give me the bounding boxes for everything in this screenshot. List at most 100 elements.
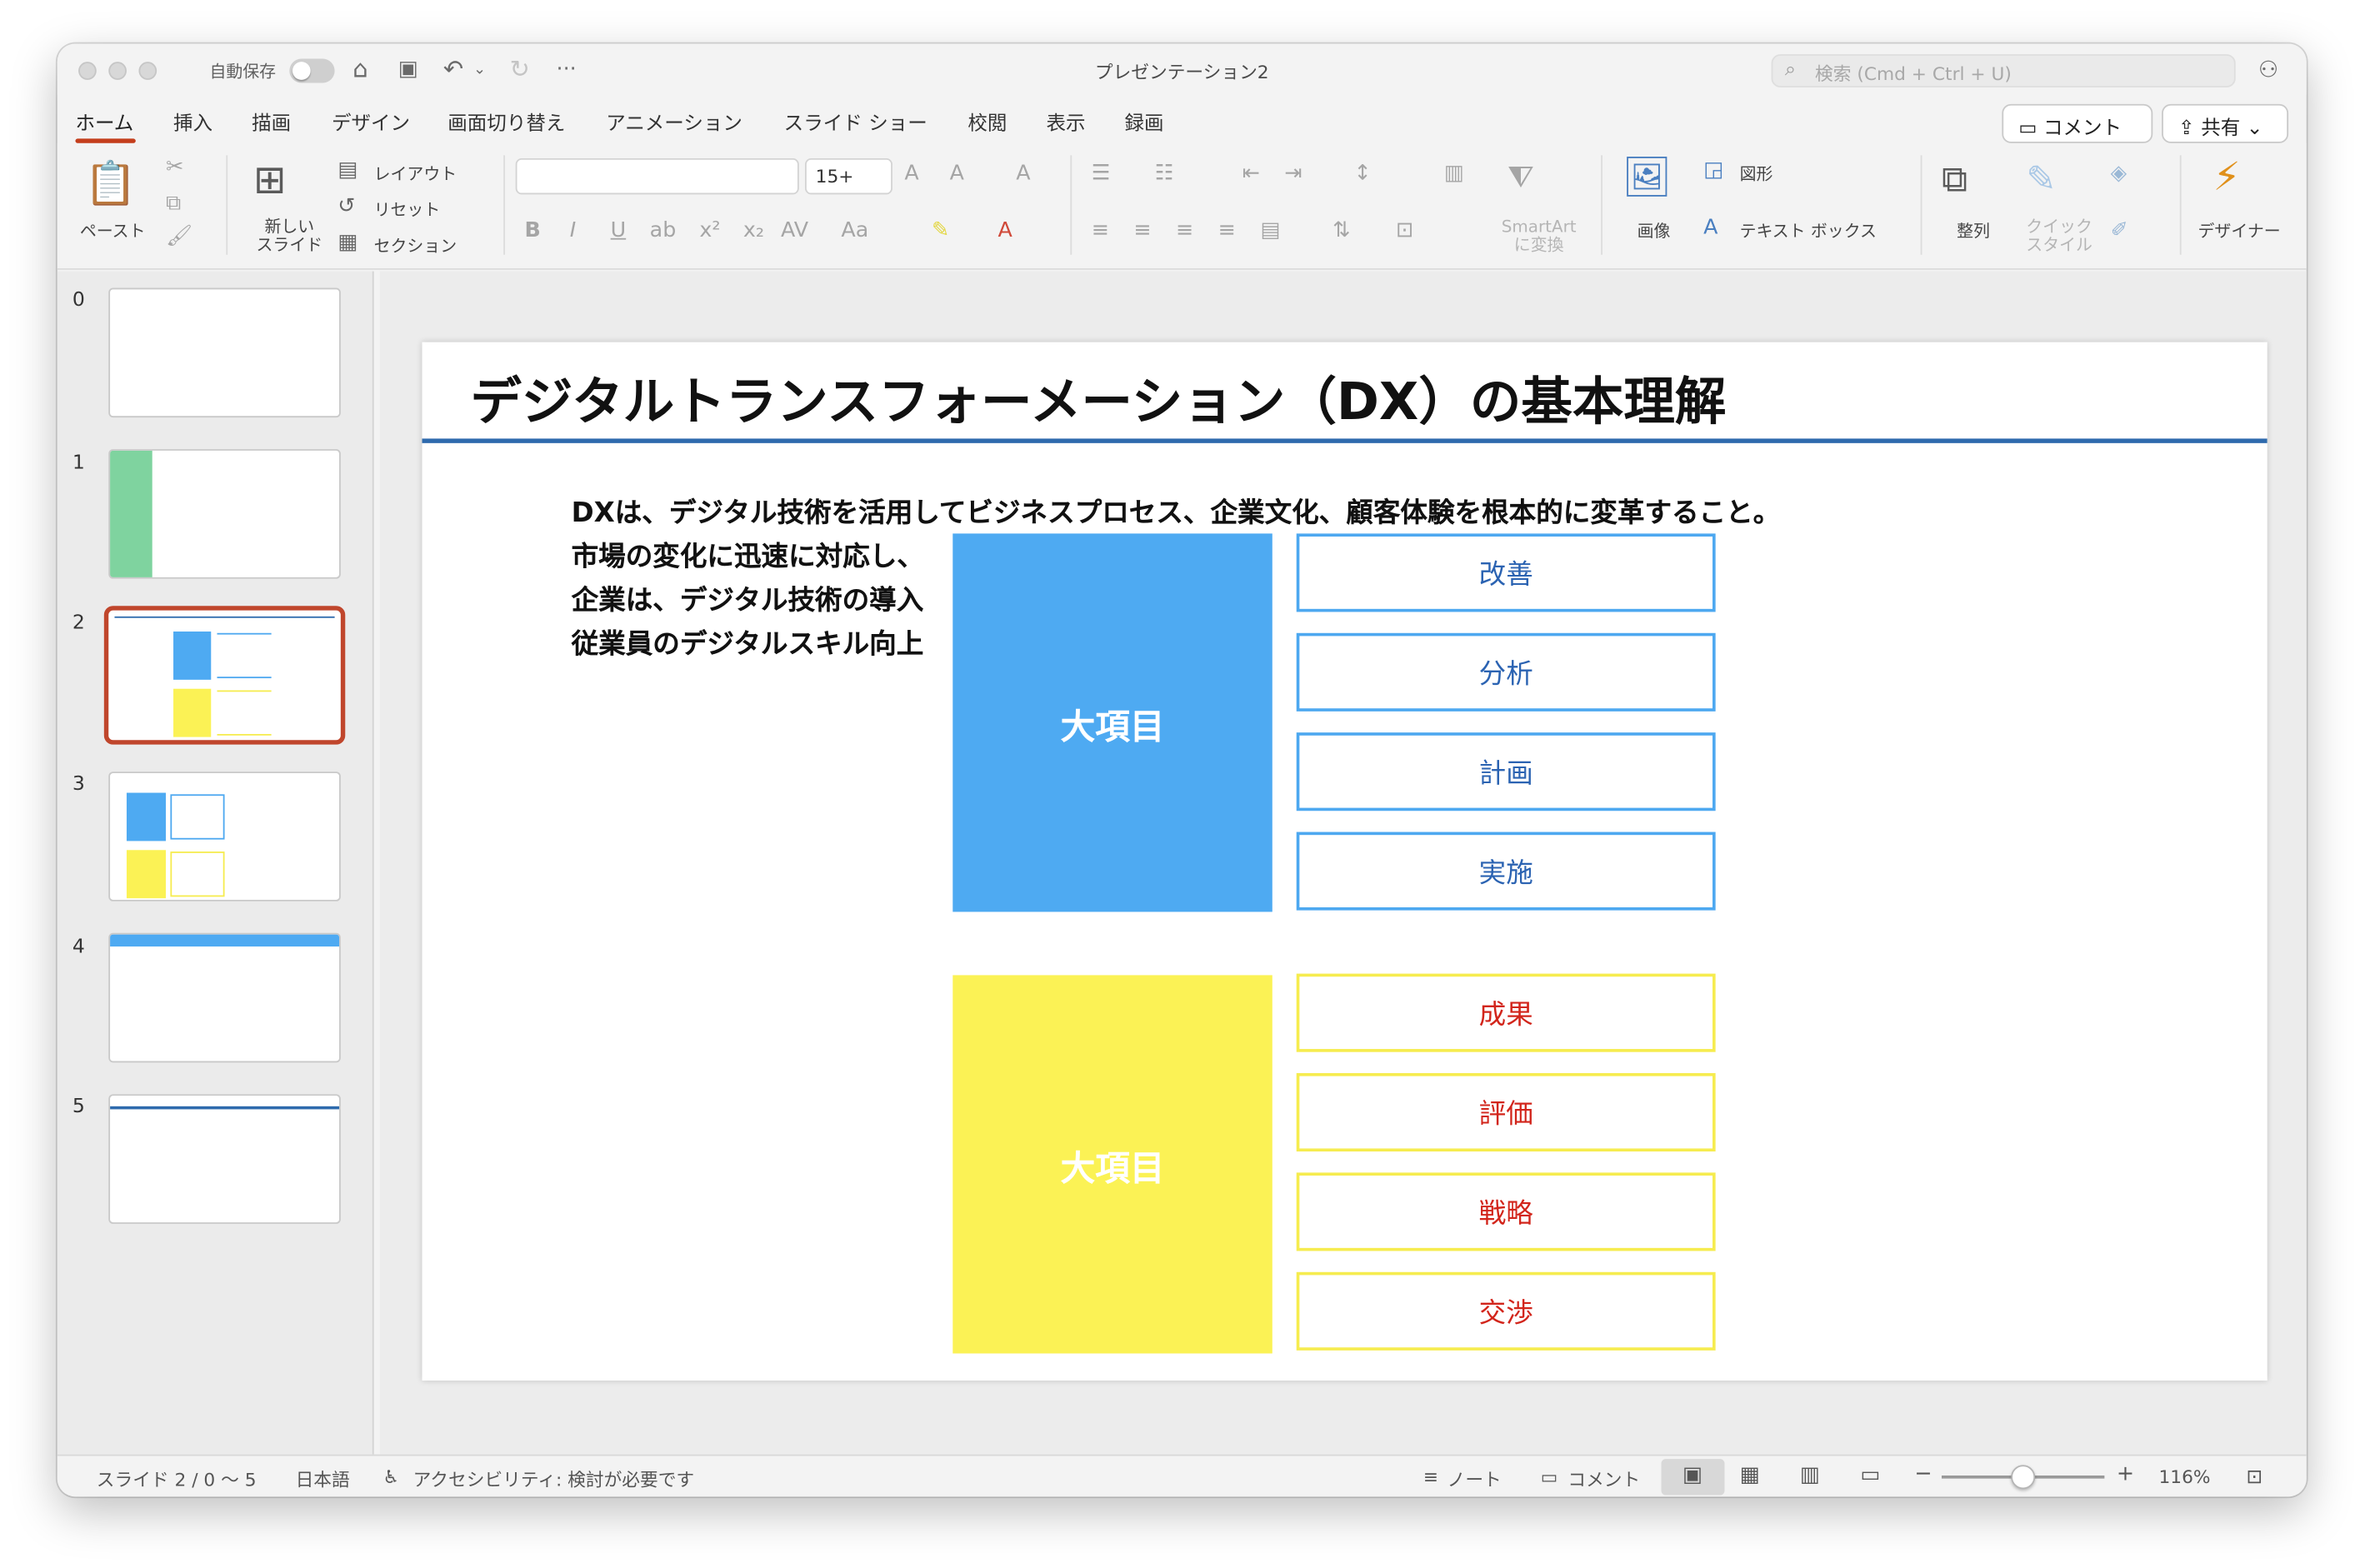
increase-indent-icon[interactable]: ⇥ — [1284, 162, 1302, 186]
body-text-line[interactable]: DXは、デジタル技術を活用してビジネスプロセス、企業文化、顧客体験を根本的に変革… — [572, 492, 1781, 531]
slideshow-icon[interactable]: ▭ — [1860, 1464, 1880, 1488]
italic-icon[interactable]: I — [570, 218, 576, 242]
reset-button[interactable]: リセット — [374, 197, 441, 222]
change-case-icon[interactable]: Aa — [841, 218, 868, 242]
slide-thumbnail-1[interactable] — [108, 449, 341, 579]
shape-outline-icon[interactable]: ✐ — [2111, 218, 2128, 242]
comment-button[interactable]: ▭ コメント — [2002, 103, 2153, 143]
decrease-font-icon[interactable]: A — [950, 162, 964, 186]
tab-home[interactable]: ホーム — [75, 107, 133, 136]
language-indicator[interactable]: 日本語 — [296, 1466, 350, 1492]
slide-title[interactable]: デジタルトランスフォーメーション（DX）の基本理解 — [470, 360, 1726, 434]
character-spacing-icon[interactable]: AV — [781, 218, 808, 242]
slide-thumbnail-4[interactable] — [108, 932, 341, 1063]
superscript-icon[interactable]: x² — [699, 218, 720, 242]
columns-icon[interactable]: ▥ — [1444, 162, 1464, 186]
shapes-button[interactable]: 図形 — [1740, 162, 1773, 186]
picture-label[interactable]: 画像 — [1638, 218, 1671, 242]
justify-icon[interactable]: ≡ — [1218, 218, 1236, 242]
smartart-label[interactable]: SmartArt に変換 — [1502, 217, 1577, 254]
clear-formatting-icon[interactable]: A — [1016, 162, 1030, 186]
underline-icon[interactable]: U — [611, 218, 627, 242]
yellow-item-box[interactable]: 交渉 — [1296, 1271, 1716, 1351]
reading-view-icon[interactable]: ▥ — [1800, 1464, 1820, 1488]
fit-to-window-icon[interactable]: ⊡ — [2246, 1466, 2262, 1489]
search-input[interactable]: ⌕ 検索 (Cmd + Ctrl + U) — [1771, 54, 2236, 87]
blue-item-box[interactable]: 実施 — [1296, 831, 1716, 911]
section-button[interactable]: セクション — [374, 233, 457, 257]
accessibility-status[interactable]: アクセシビリティ: 検討が必要です — [413, 1466, 694, 1492]
quick-styles-icon[interactable]: ✎ — [2026, 158, 2056, 201]
font-name-select[interactable] — [515, 157, 799, 195]
share-button[interactable]: ⇪ 共有 ⌄ — [2162, 103, 2289, 143]
cut-icon[interactable]: ✂ — [166, 155, 183, 179]
font-color-icon[interactable]: A — [998, 218, 1012, 242]
tab-transitions[interactable]: 画面切り替え — [448, 107, 565, 136]
zoom-in-icon[interactable]: + — [2117, 1462, 2134, 1486]
tab-view[interactable]: 表示 — [1046, 107, 1085, 136]
tab-review[interactable]: 校閲 — [968, 107, 1007, 136]
tab-draw[interactable]: 描画 — [252, 107, 291, 136]
smartart-icon[interactable]: ⧨ — [1508, 158, 1534, 194]
copy-icon[interactable]: ⧉ — [166, 192, 181, 216]
designer-icon[interactable]: ⚡ — [2213, 155, 2241, 200]
body-text-line[interactable]: 従業員のデジタルスキル向上 — [572, 622, 924, 662]
align-text-icon[interactable]: ⊡ — [1396, 218, 1413, 242]
yellow-item-box[interactable]: 戦略 — [1296, 1172, 1716, 1251]
slide-thumbnail-2[interactable] — [103, 606, 346, 745]
blue-item-box[interactable]: 改善 — [1296, 533, 1716, 612]
body-text-line[interactable]: 企業は、デジタル技術の導入 — [572, 579, 924, 618]
layout-button[interactable]: レイアウト — [374, 162, 457, 186]
new-slide-label[interactable]: 新しい スライド — [257, 217, 323, 254]
slide-sorter-icon[interactable]: ▦ — [1740, 1464, 1760, 1488]
bullets-icon[interactable]: ☰ — [1092, 162, 1111, 186]
distributed-icon[interactable]: ▤ — [1260, 218, 1280, 242]
decrease-indent-icon[interactable]: ⇤ — [1242, 162, 1260, 186]
tab-insert[interactable]: 挿入 — [173, 107, 212, 136]
slide-thumbnail-5[interactable] — [108, 1094, 341, 1224]
designer-label[interactable]: デザイナー — [2198, 218, 2281, 242]
text-direction-icon[interactable]: ⇅ — [1332, 218, 1350, 242]
line-spacing-icon[interactable]: ↕ — [1353, 162, 1371, 186]
blue-item-box[interactable]: 分析 — [1296, 632, 1716, 712]
bold-icon[interactable]: B — [525, 218, 541, 242]
align-right-icon[interactable]: ≡ — [1176, 218, 1193, 242]
new-slide-icon[interactable]: ⊞ — [253, 158, 286, 203]
textbox-button[interactable]: テキスト ボックス — [1740, 218, 1877, 242]
notes-button[interactable]: ノート — [1448, 1466, 1502, 1492]
quick-styles-label[interactable]: クイック スタイル — [2026, 217, 2092, 254]
zoom-slider-handle[interactable] — [2011, 1465, 2036, 1490]
shape-fill-icon[interactable]: ◈ — [2111, 162, 2128, 186]
highlight-icon[interactable]: ✎ — [932, 218, 949, 242]
yellow-category-box[interactable]: 大項目 — [952, 975, 1272, 1354]
current-slide[interactable]: デジタルトランスフォーメーション（DX）の基本理解 DXは、デジタル技術を活用し… — [422, 342, 2268, 1381]
tab-record[interactable]: 録画 — [1125, 107, 1164, 136]
slide-thumbnail-0[interactable] — [108, 287, 341, 418]
strikethrough-icon[interactable]: ab — [650, 218, 677, 242]
blue-item-box[interactable]: 計画 — [1296, 732, 1716, 811]
body-text-line[interactable]: 市場の変化に迅速に対応し、 — [572, 535, 924, 574]
font-size-select[interactable]: 15+ — [805, 157, 892, 195]
yellow-item-box[interactable]: 成果 — [1296, 973, 1716, 1052]
zoom-out-icon[interactable]: − — [1914, 1462, 1932, 1486]
subscript-icon[interactable]: x₂ — [743, 218, 764, 242]
picture-icon[interactable]: 🖼 — [1622, 155, 1672, 200]
align-center-icon[interactable]: ≡ — [1133, 218, 1151, 242]
arrange-icon[interactable]: ⧉ — [1942, 158, 1968, 201]
numbering-icon[interactable]: ☷ — [1155, 162, 1174, 186]
comments-button[interactable]: コメント — [1568, 1466, 1640, 1492]
blue-category-box[interactable]: 大項目 — [952, 533, 1272, 912]
format-painter-icon[interactable]: 🖌 — [166, 225, 192, 249]
tab-animations[interactable]: アニメーション — [606, 107, 742, 136]
align-left-icon[interactable]: ≡ — [1092, 218, 1109, 242]
tab-design[interactable]: デザイン — [332, 107, 410, 136]
zoom-level[interactable]: 116% — [2158, 1466, 2210, 1487]
increase-font-icon[interactable]: A — [904, 162, 918, 186]
yellow-item-box[interactable]: 評価 — [1296, 1073, 1716, 1152]
paste-icon[interactable]: 📋 — [84, 158, 137, 208]
tab-slideshow[interactable]: スライド ショー — [784, 107, 928, 136]
slide-thumbnail-3[interactable] — [108, 772, 341, 901]
normal-view-icon[interactable]: ▣ — [1682, 1464, 1702, 1488]
arrange-label[interactable]: 整列 — [1957, 218, 1990, 242]
share-people-icon[interactable]: ⚇ — [2258, 56, 2278, 83]
